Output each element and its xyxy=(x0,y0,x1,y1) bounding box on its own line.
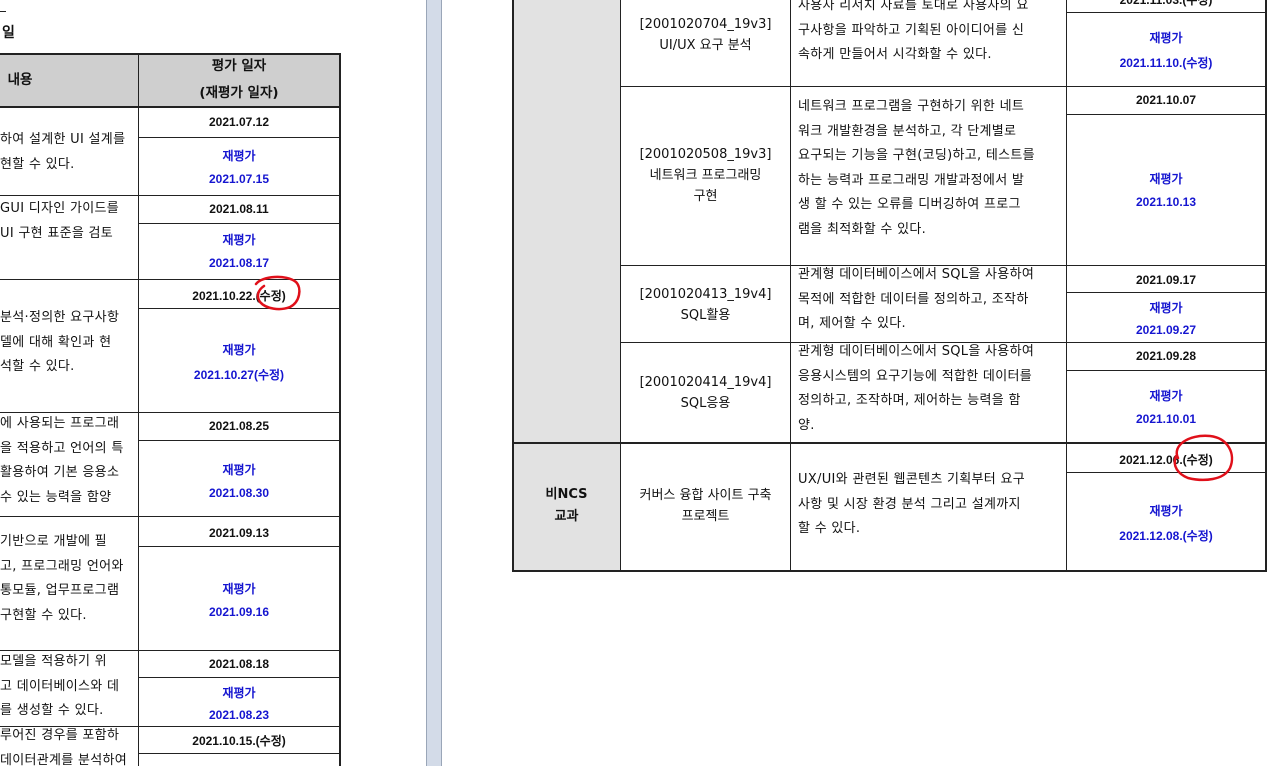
reeval-label: 재평가 xyxy=(222,582,256,596)
eval-date: 2021.10.07 xyxy=(1135,93,1197,107)
unit-name: SQL활용 xyxy=(680,308,731,323)
table-row-content: 모델을 적용하기 위고 데이터베이스와 데를 생성할 수 있다. xyxy=(0,654,120,718)
reeval-label: 재평가 xyxy=(1149,172,1183,186)
unit-code-cell: [2001020414_19v4] SQL응용 xyxy=(621,372,790,414)
unit-code-cell: [2001020413_19v4] SQL활용 xyxy=(621,284,790,326)
reeval-label: 재평가 xyxy=(222,149,256,163)
table-row-content: 분석·정의한 요구사항 델에 대해 확인과 현 석할 수 있다. xyxy=(0,310,120,374)
reeval-date: 2021.11.10.(수정) xyxy=(1119,56,1213,70)
red-pen-circle-annotation xyxy=(1173,434,1234,482)
reeval-label: 재평가 xyxy=(1149,301,1183,315)
reeval-label: 재평가 xyxy=(1149,389,1183,403)
reeval-date: 2021.10.27(수정) xyxy=(193,368,285,382)
reeval-date: 2021.09.27 xyxy=(1135,323,1197,337)
eval-date: 2021.07.12 xyxy=(208,115,270,129)
reeval-label: 재평가 xyxy=(222,686,256,700)
eval-date: 2021.10.22.(수정) xyxy=(192,289,286,303)
unit-name: UI/UX 요구 분석 xyxy=(659,38,752,53)
unit-code-cell: [2001020508_19v3] 네트워크 프로그래밍 구현 xyxy=(621,144,790,207)
section-header-fragment: 일 xyxy=(2,25,15,41)
red-pen-circle-annotation xyxy=(254,275,301,311)
reeval-label: 재평가 xyxy=(222,463,256,477)
reeval-date: 2021.07.15 xyxy=(208,172,270,186)
reeval-date: 2021.10.01 xyxy=(1135,412,1197,426)
unit-code-cell: 커버스 융합 사이트 구축 프로젝트 xyxy=(621,485,790,527)
eval-date: 2021.08.11 xyxy=(209,202,269,216)
eval-date: 2021.11.03.(수정) xyxy=(1119,0,1213,7)
reeval-label: 재평가 xyxy=(222,233,256,247)
reeval-date: 2021.09.16 xyxy=(208,605,270,619)
reeval-date: 2021.08.23 xyxy=(208,708,270,722)
reeval-date: 2021.10.13 xyxy=(1135,195,1197,209)
reeval-label: 재평가 xyxy=(222,343,256,357)
unit-name: 네트워크 프로그래밍 xyxy=(649,168,762,183)
page-corner-fragment xyxy=(0,0,6,12)
eval-date: 2021.09.13 xyxy=(208,526,270,540)
reeval-label: 재평가 xyxy=(1149,31,1183,45)
table-row-content: 하여 설계한 UI 설계를 현할 수 있다. xyxy=(0,132,126,172)
unit-code-cell: [2001020704_19v3] UI/UX 요구 분석 xyxy=(621,14,790,56)
reeval-date: 2021.08.17 xyxy=(208,256,270,270)
table-row-content: 네트워크 프로그램을 구현하기 위한 네트 워크 개발환경을 분석하고, 각 단계… xyxy=(798,99,1035,237)
table-row-content: GUI 디자인 가이드를 UI 구현 표준을 검토 xyxy=(0,201,120,241)
reeval-label: 재평가 xyxy=(1149,504,1183,518)
content-header-label: 내용 xyxy=(7,72,33,88)
table-row-content: 관계형 데이터베이스에서 SQL을 사용하여 응용시스템의 요구기능에 적합한 데… xyxy=(798,344,1035,433)
eval-date: 2021.08.18 xyxy=(208,657,270,671)
table-row-content: 사용자 리서치 자료를 토대로 사용자의 요 구사항을 파악하고 기획된 아이디어… xyxy=(798,0,1029,62)
reeval-date: 2021.12.08.(수정) xyxy=(1119,529,1213,543)
reeval-date: 2021.08.30 xyxy=(208,486,270,500)
unit-code: [2001020508_19v3] xyxy=(639,147,772,162)
category-label: 비NCS 교과 xyxy=(545,487,588,524)
left-page: 일 내용 평가 일자 (재평가 일자) 하여 설계한 UI 설계를 현할 수 있다… xyxy=(0,0,426,766)
eval-date: 2021.09.17 xyxy=(1135,273,1197,287)
table-row-content: 기반으로 개발에 필 고, 프로그래밍 언어와 통모듈, 업무프로그램 구현할 수 있… xyxy=(0,534,124,623)
unit-code: [2001020413_19v4] xyxy=(639,287,772,302)
unit-name: 프로젝트 xyxy=(681,509,730,524)
date-header-label: 평가 일자 xyxy=(211,58,267,74)
table-row-content: 에 사용되는 프로그래 을 적용하고 언어의 특 활용하여 기본 응용소 수 있는 능… xyxy=(0,416,124,505)
table-row-content: 관계형 데이터베이스에서 SQL을 사용하여 목적에 적합한 데이터를 정의하고,… xyxy=(798,267,1035,331)
date-header-sublabel: (재평가 일자) xyxy=(199,85,279,101)
right-page: [2001020704_19v3] UI/UX 요구 분석 사용자 리서치 자료… xyxy=(442,0,1278,766)
eval-date: 2021.09.28 xyxy=(1135,349,1197,363)
unit-name: 커버스 융합 사이트 구축 xyxy=(639,488,772,503)
unit-name: 구현 xyxy=(693,189,718,204)
eval-date: 2021.08.25 xyxy=(208,419,270,433)
unit-code: [2001020414_19v4] xyxy=(639,375,772,390)
unit-code: [2001020704_19v3] xyxy=(639,17,772,32)
unit-name: SQL응용 xyxy=(680,396,731,411)
table-row-content: UX/UI와 관련된 웹콘텐츠 기획부터 요구 사항 및 시장 환경 분석 그리고… xyxy=(798,472,1026,536)
page-gutter xyxy=(426,0,442,766)
table-row-content: 루어진 경우를 포함하 데이터관계를 분석하여 xyxy=(0,728,128,766)
eval-date: 2021.10.15.(수정) xyxy=(192,734,286,748)
